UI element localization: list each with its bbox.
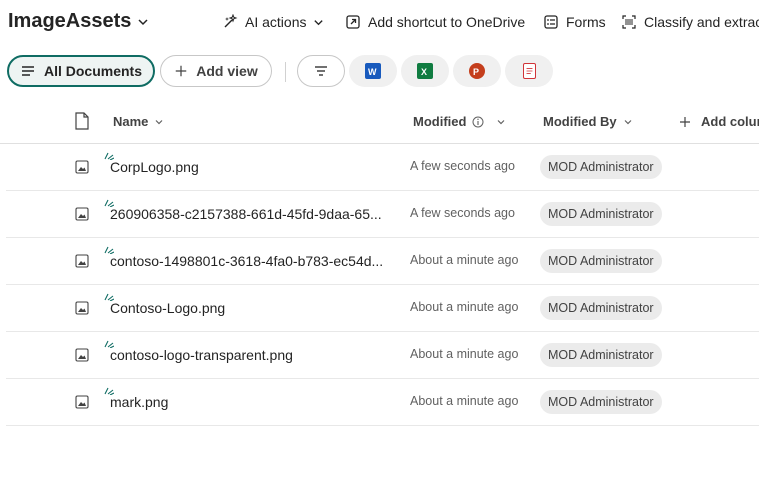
image-file-icon — [75, 395, 89, 409]
column-header-modified-by[interactable]: Modified By — [543, 114, 633, 129]
ai-actions-button[interactable]: AI actions — [222, 14, 324, 30]
view-bar: All Documents Add view W X P — [0, 52, 759, 90]
add-shortcut-button[interactable]: Add shortcut to OneDrive — [345, 14, 525, 30]
word-icon: W — [365, 63, 381, 79]
chevron-down-icon — [314, 19, 324, 25]
file-name-link[interactable]: mark.png — [110, 394, 168, 410]
classify-extract-label: Classify and extrac — [644, 14, 759, 30]
column-header-modified[interactable]: Modified — [413, 114, 506, 129]
forms-icon — [544, 15, 558, 29]
info-icon — [472, 116, 484, 127]
svg-text:P: P — [473, 67, 479, 77]
table-row[interactable]: mark.png About a minute ago MOD Administ… — [6, 379, 759, 426]
table-row[interactable]: Contoso-Logo.png About a minute ago MOD … — [6, 285, 759, 332]
modified-date: About a minute ago — [410, 253, 519, 267]
table-row[interactable]: 260906358-c2157388-661d-45fd-9daa-65... … — [6, 191, 759, 238]
modified-by-persona[interactable]: MOD Administrator — [540, 296, 662, 320]
forms-label: Forms — [566, 14, 606, 30]
add-column-button[interactable]: Add colum — [679, 114, 759, 129]
modified-by-persona[interactable]: MOD Administrator — [540, 343, 662, 367]
library-title: ImageAssets — [8, 10, 132, 32]
file-type-icon[interactable] — [75, 112, 89, 130]
scan-icon — [622, 15, 636, 29]
file-name-link[interactable]: contoso-logo-transparent.png — [110, 347, 293, 363]
filter-icon — [315, 66, 327, 76]
chevron-down-icon — [498, 119, 505, 124]
ai-actions-label: AI actions — [245, 14, 307, 30]
list-view-icon — [21, 66, 34, 76]
toolbar-divider — [285, 62, 286, 82]
new-powerpoint-button[interactable]: P — [453, 55, 501, 87]
modified-date: About a minute ago — [410, 394, 519, 408]
svg-text:W: W — [368, 67, 377, 77]
add-column-label: Add colum — [701, 114, 759, 129]
filter-button[interactable] — [297, 55, 345, 87]
image-file-icon — [75, 254, 89, 268]
new-excel-workbook-button[interactable]: X — [401, 55, 449, 87]
column-header-modified-label: Modified — [413, 114, 467, 129]
modified-by-persona[interactable]: MOD Administrator — [540, 155, 662, 179]
modified-date: A few seconds ago — [410, 159, 515, 173]
modified-by-persona[interactable]: MOD Administrator — [540, 390, 662, 414]
classify-extract-button[interactable]: Classify and extrac — [621, 14, 759, 30]
svg-text:X: X — [421, 67, 427, 77]
modified-by-persona[interactable]: MOD Administrator — [540, 202, 662, 226]
sparkle-wand-icon — [224, 14, 238, 28]
add-view-button[interactable]: Add view — [160, 55, 272, 87]
view-all-documents-label: All Documents — [43, 63, 142, 79]
forms-button[interactable]: Forms — [543, 14, 606, 30]
list-header-row: Name Modified Modified By Add colum — [0, 100, 759, 144]
table-row[interactable]: contoso-1498801c-3618-4fa0-b783-ec54d...… — [6, 238, 759, 285]
column-header-name-label: Name — [113, 114, 149, 129]
plus-icon — [176, 65, 187, 77]
view-all-documents-button[interactable]: All Documents — [7, 55, 155, 87]
file-name-link[interactable]: CorpLogo.png — [110, 159, 199, 175]
image-file-icon — [75, 160, 89, 174]
plus-icon — [680, 116, 690, 127]
image-file-icon — [75, 348, 89, 362]
column-header-modified-by-label: Modified By — [543, 114, 617, 129]
file-name-link[interactable]: 260906358-c2157388-661d-45fd-9daa-65... — [110, 206, 382, 222]
table-row[interactable]: CorpLogo.png A few seconds ago MOD Admin… — [6, 144, 759, 191]
column-header-name[interactable]: Name — [113, 114, 164, 129]
excel-icon: X — [417, 63, 433, 79]
command-bar: ImageAssets AI actions Add shortcut to O… — [0, 0, 759, 48]
new-word-document-button[interactable]: W — [349, 55, 397, 87]
modified-date: A few seconds ago — [410, 206, 515, 220]
chevron-down-icon — [624, 119, 632, 124]
file-name-link[interactable]: Contoso-Logo.png — [110, 300, 225, 316]
modified-date: About a minute ago — [410, 300, 519, 314]
chevron-down-icon — [138, 18, 148, 25]
table-row[interactable]: contoso-logo-transparent.png About a min… — [6, 332, 759, 379]
file-name-link[interactable]: contoso-1498801c-3618-4fa0-b783-ec54d... — [110, 253, 383, 269]
modified-date: About a minute ago — [410, 347, 519, 361]
image-file-icon — [75, 207, 89, 221]
modified-by-persona[interactable]: MOD Administrator — [540, 249, 662, 273]
new-pdf-button[interactable] — [505, 55, 553, 87]
library-title-dropdown[interactable]: ImageAssets — [8, 10, 149, 33]
powerpoint-icon: P — [469, 63, 485, 79]
chevron-down-icon — [155, 119, 163, 124]
add-shortcut-label: Add shortcut to OneDrive — [368, 14, 526, 30]
image-file-icon — [75, 301, 89, 315]
shortcut-arrow-icon — [346, 15, 360, 29]
add-view-label: Add view — [196, 63, 258, 79]
pdf-icon — [522, 63, 536, 79]
